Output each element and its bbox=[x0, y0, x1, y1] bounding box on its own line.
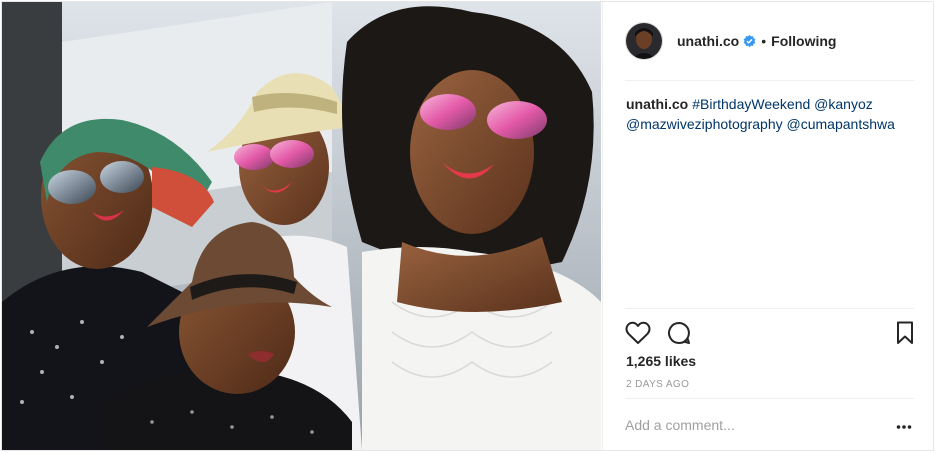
ellipsis-icon[interactable] bbox=[896, 417, 912, 435]
post-caption: unathi.co #BirthdayWeekend @kanyoz @mazwi… bbox=[626, 94, 906, 134]
comment-bar bbox=[625, 398, 914, 451]
caption-mention[interactable]: @mazwiveziphotography bbox=[626, 116, 783, 132]
post-photo[interactable] bbox=[2, 2, 601, 450]
caption-mention[interactable]: @kanyoz bbox=[814, 96, 873, 112]
post-timestamp[interactable]: 2 DAYS AGO bbox=[626, 379, 689, 390]
avatar[interactable] bbox=[625, 22, 663, 60]
selfie-photo-image bbox=[2, 2, 601, 450]
comment-input[interactable] bbox=[625, 417, 875, 433]
bookmark-icon[interactable] bbox=[896, 321, 914, 350]
instagram-post: unathi.co • Following unathi.co #Birthday… bbox=[1, 1, 934, 451]
actions-section bbox=[625, 308, 914, 344]
heart-icon[interactable] bbox=[625, 321, 651, 350]
speech-bubble-icon[interactable] bbox=[667, 321, 691, 350]
post-sidebar: unathi.co • Following unathi.co #Birthday… bbox=[602, 2, 936, 450]
following-button[interactable]: Following bbox=[771, 33, 836, 49]
separator-dot: • bbox=[761, 33, 767, 49]
avatar-image bbox=[626, 23, 662, 59]
caption-hashtag[interactable]: #BirthdayWeekend bbox=[692, 96, 810, 112]
likes-count[interactable]: 1,265 likes bbox=[626, 353, 696, 369]
verified-badge-icon bbox=[743, 34, 756, 48]
post-header: unathi.co • Following bbox=[625, 2, 914, 81]
caption-mention[interactable]: @cumapantshwa bbox=[787, 116, 895, 132]
caption-username[interactable]: unathi.co bbox=[626, 96, 688, 112]
action-bar bbox=[625, 321, 914, 347]
author-username[interactable]: unathi.co bbox=[677, 33, 739, 49]
